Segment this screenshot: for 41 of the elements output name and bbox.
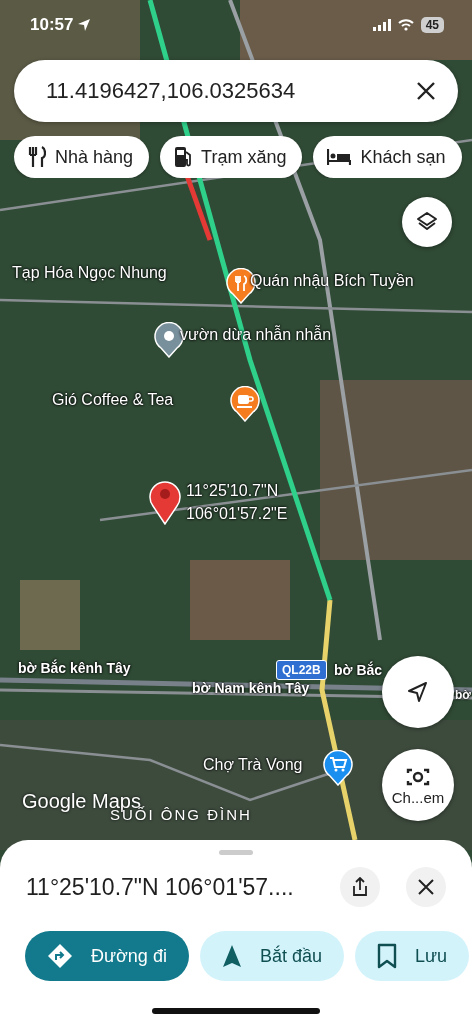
pin-latitude: 11°25'10.7"N: [186, 482, 279, 500]
search-field[interactable]: 11.4196427,106.0325634: [14, 60, 458, 122]
road-label: bờ Nam kênh Tây: [192, 680, 310, 696]
pin-longitude: 106°01'57.2"E: [186, 505, 288, 523]
category-chip[interactable]: Nhà hàng: [14, 136, 150, 178]
lens-label: Ch...em: [391, 788, 445, 806]
directions-button[interactable]: Đường đi: [25, 931, 189, 981]
status-time: 10:57: [30, 15, 74, 35]
close-icon: [418, 879, 434, 895]
bed-icon: [327, 148, 352, 166]
bookmark-icon: [376, 943, 397, 969]
close-button[interactable]: [406, 867, 446, 907]
close-icon: [416, 81, 436, 101]
wifi-icon: [397, 19, 414, 31]
place-title: 11°25'10.7"N 106°01'57....: [26, 873, 295, 901]
signal-icon: [372, 19, 391, 31]
location-arrow-icon: [77, 18, 92, 32]
road-label: bờ Bắc kênh Tây: [18, 660, 131, 676]
shopping-cart-pin-icon[interactable]: [323, 750, 353, 786]
map-layers-button[interactable]: [402, 197, 452, 247]
gas-pump-icon: [174, 146, 193, 168]
place-label[interactable]: Gió Coffee & Tea: [52, 391, 174, 409]
directions-icon: [47, 943, 73, 969]
road-label: bờ Bắc: [334, 662, 383, 678]
highway-shield: QL22B: [276, 660, 327, 680]
place-label[interactable]: Tạp Hóa Ngọc Nhung: [12, 264, 167, 282]
drag-handle[interactable]: [219, 850, 253, 855]
navigation-arrow-icon: [221, 944, 242, 968]
start-button[interactable]: Bắt đầu: [199, 931, 344, 981]
share-button[interactable]: [340, 867, 380, 907]
place-label[interactable]: Chợ Trà Vong: [203, 756, 303, 774]
road-label: bờ: [455, 688, 471, 702]
navigation-arrow-icon: [406, 680, 430, 704]
save-button[interactable]: Lưu: [354, 931, 470, 981]
share-icon: [351, 877, 369, 897]
my-location-button[interactable]: [382, 656, 454, 728]
fork-knife-icon: [28, 146, 46, 168]
coffee-cup-pin-icon[interactable]: [230, 386, 260, 422]
dropped-pin-icon[interactable]: [147, 478, 183, 526]
category-chip[interactable]: Trạm xăng: [160, 136, 303, 178]
category-chip[interactable]: Khách sạn: [313, 136, 462, 178]
